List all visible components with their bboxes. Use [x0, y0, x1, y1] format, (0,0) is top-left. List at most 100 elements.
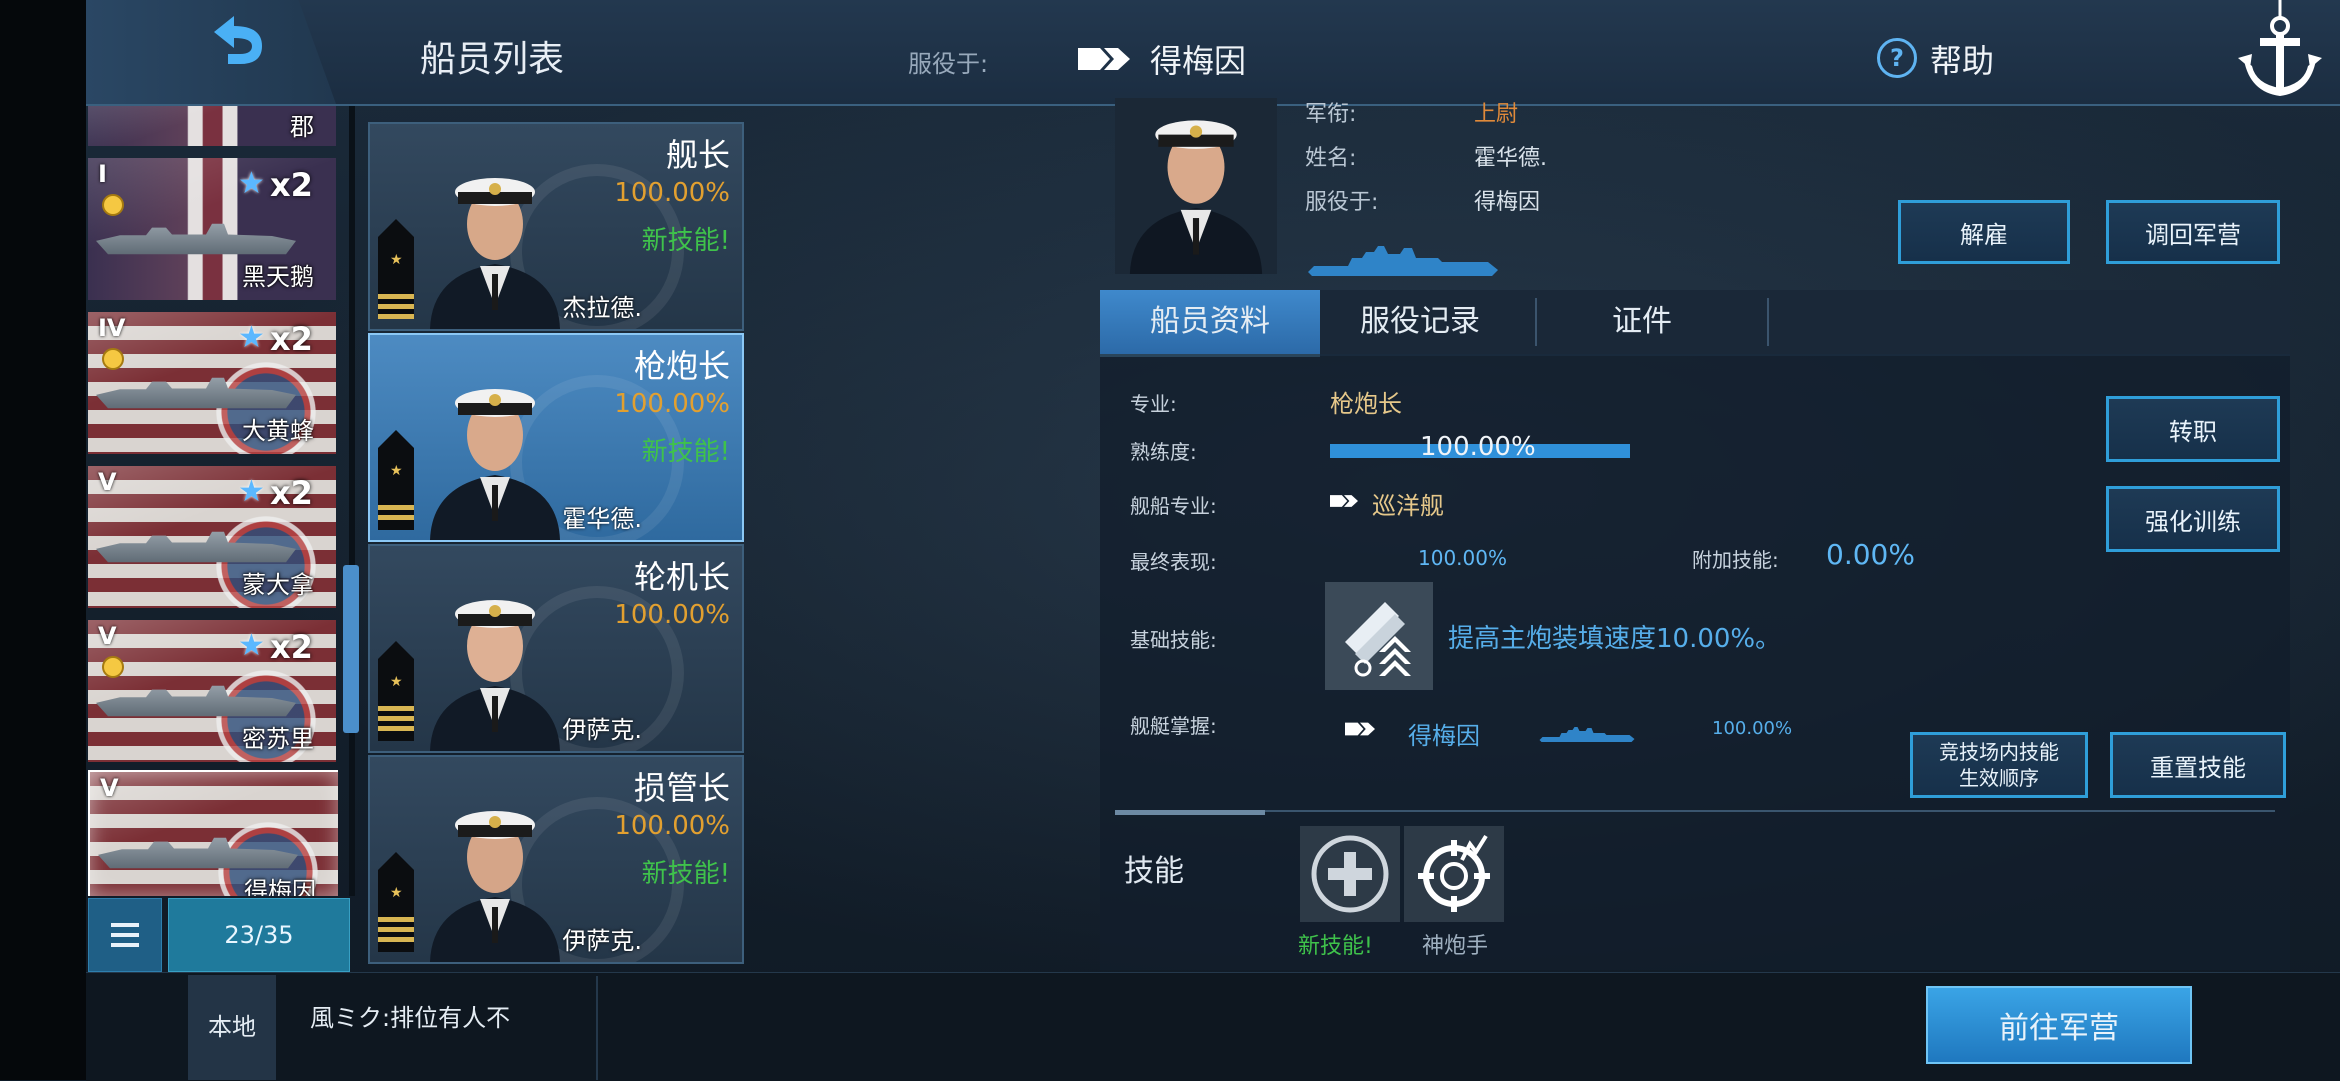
tier-badge-icon	[102, 194, 124, 216]
crew-portrait	[430, 811, 560, 962]
crew-portrait	[430, 178, 560, 329]
mastery-label: 舰艇掌握:	[1130, 714, 1217, 738]
ship-silhouette	[1308, 246, 1498, 276]
exp-multiplier: x2	[270, 166, 313, 204]
go-barracks-button[interactable]: 前往军营	[1926, 986, 2192, 1064]
crew-proficiency: 100.00%	[614, 389, 730, 419]
dismiss-button[interactable]: 解雇	[1898, 200, 2070, 264]
reload-skill-icon	[1325, 582, 1433, 690]
tab-crew-info[interactable]: 船员资料	[1100, 290, 1320, 357]
ship-item[interactable]: I ★ x2 黑天鹅	[88, 158, 336, 300]
reset-skill-button[interactable]: 重置技能	[2110, 732, 2286, 798]
exp-multiplier: x2	[270, 320, 313, 358]
scrollbar-thumb[interactable]	[343, 565, 359, 733]
tier-badge-icon	[102, 348, 124, 370]
serve-label: 服役于:	[1305, 190, 1379, 215]
officer-portrait	[1129, 120, 1263, 274]
ship-name: 蒙大拿	[242, 571, 314, 599]
chat-channel-button[interactable]: 本地	[188, 975, 276, 1080]
star-icon: ★	[238, 320, 265, 355]
crew-name: 伊萨克.	[562, 716, 642, 744]
anchor-icon[interactable]	[2230, 0, 2330, 104]
crew-card-gunnery[interactable]: ★ 枪炮长 100.00% 新技能! 霍华德.	[368, 333, 744, 542]
crew-portrait	[430, 600, 560, 751]
ship-tier: IV	[98, 314, 126, 342]
chat-message[interactable]: 風ミク:排位有人不	[310, 998, 510, 1033]
ship-name: 郡	[290, 113, 314, 141]
new-skill-label: 新技能!	[1298, 934, 1373, 959]
crew-count-button[interactable]: 23/35	[168, 898, 350, 972]
ship-tier: I	[98, 160, 107, 188]
ship-item[interactable]: IV ★ x2 大黄蜂	[88, 312, 336, 454]
specialty-label: 专业:	[1130, 392, 1177, 416]
enhance-training-button[interactable]: 强化训练	[2106, 486, 2280, 552]
profile-portrait	[1115, 98, 1277, 274]
cruiser-class-icon	[1345, 722, 1375, 736]
star-icon: ★	[238, 474, 265, 509]
list-icon	[111, 923, 139, 927]
back-arrow-icon[interactable]	[200, 10, 270, 70]
rank-value: 上尉	[1474, 102, 1519, 127]
cruiser-class-icon	[1330, 495, 1358, 507]
crew-name: 霍华德.	[562, 505, 642, 533]
rank-star-icon: ★	[390, 885, 403, 901]
proficiency-label: 熟练度:	[1130, 440, 1197, 464]
screen-edge	[0, 0, 86, 1080]
exp-multiplier: x2	[270, 474, 313, 512]
list-view-button[interactable]	[88, 898, 162, 972]
ship-specialty-label: 舰船专业:	[1130, 494, 1217, 518]
star-icon: ★	[238, 166, 265, 201]
ship-image	[96, 223, 296, 255]
crosshair-icon	[1418, 834, 1490, 912]
recall-barracks-button[interactable]: 调回军营	[2106, 200, 2280, 264]
exp-multiplier: x2	[270, 628, 313, 666]
base-skill-description: 提高主炮装填速度10.00%。	[1448, 624, 1782, 654]
tier-badge-icon	[102, 656, 124, 678]
ship-silhouette	[1539, 727, 1635, 742]
star-icon: ★	[238, 628, 265, 663]
crew-role: 损管长	[633, 769, 730, 807]
new-skill-label: 新技能!	[641, 226, 730, 256]
ship-name: 大黄蜂	[242, 417, 314, 445]
ship-item[interactable]: V ★ x2 蒙大拿	[88, 466, 336, 608]
ship-item[interactable]: V ★ x2 密苏里	[88, 620, 336, 762]
skill-slot-marksman[interactable]	[1404, 826, 1504, 922]
ship-specialty-value: 巡洋舰	[1372, 492, 1444, 520]
rank-star-icon: ★	[390, 252, 403, 268]
mastery-ship-name: 得梅因	[1408, 722, 1480, 750]
serve-ship-name: 得梅因	[1150, 42, 1247, 80]
plus-icon	[1311, 835, 1389, 913]
page-title: 船员列表	[420, 39, 565, 80]
crew-name: 伊萨克.	[562, 927, 642, 955]
ship-name: 密苏里	[242, 725, 314, 753]
ship-item[interactable]: 郡	[88, 106, 336, 146]
ship-list-scrollbar[interactable]	[349, 106, 355, 896]
serve-label: 服役于:	[908, 50, 989, 78]
ship-name: 得梅因	[244, 877, 316, 896]
tab-certificate[interactable]: 证件	[1532, 290, 1752, 354]
final-performance-value: 100.00%	[1418, 546, 1507, 570]
crew-card-engineer[interactable]: ★ 轮机长 100.00% 伊萨克.	[368, 544, 744, 753]
new-skill-label: 新技能!	[641, 437, 730, 467]
serve-value: 得梅因	[1474, 190, 1541, 215]
crew-role: 舰长	[665, 136, 730, 174]
add-skill-slot[interactable]	[1300, 826, 1400, 922]
crew-card-captain[interactable]: ★ 舰长 100.00% 新技能! 杰拉德.	[368, 122, 744, 331]
rank-label: 军衔:	[1305, 102, 1357, 127]
specialty-value: 枪炮长	[1330, 390, 1402, 418]
ship-list[interactable]: 郡 I ★ x2 黑天鹅 IV ★ x2 大黄蜂 V ★ x2 蒙大拿 V ★ …	[88, 106, 338, 896]
crew-card-damage-control[interactable]: ★ 损管长 100.00% 新技能! 伊萨克.	[368, 755, 744, 964]
extra-skill-value: 0.00%	[1826, 538, 1915, 571]
skills-divider	[1115, 810, 2275, 812]
tab-service-record[interactable]: 服役记录	[1310, 290, 1530, 354]
name-value: 霍华德.	[1474, 146, 1547, 171]
ship-item-selected[interactable]: V 得梅因	[88, 770, 338, 896]
crew-portrait	[430, 389, 560, 540]
transfer-button[interactable]: 转职	[2106, 396, 2280, 462]
arena-skill-order-button[interactable]: 竞技场内技能 生效顺序	[1910, 732, 2088, 798]
help-icon[interactable]: ?	[1877, 38, 1917, 78]
rank-star-icon: ★	[390, 674, 403, 690]
ship-tier: V	[98, 622, 117, 650]
ship-tier: V	[98, 468, 117, 496]
help-button[interactable]: 帮助	[1930, 36, 1994, 82]
